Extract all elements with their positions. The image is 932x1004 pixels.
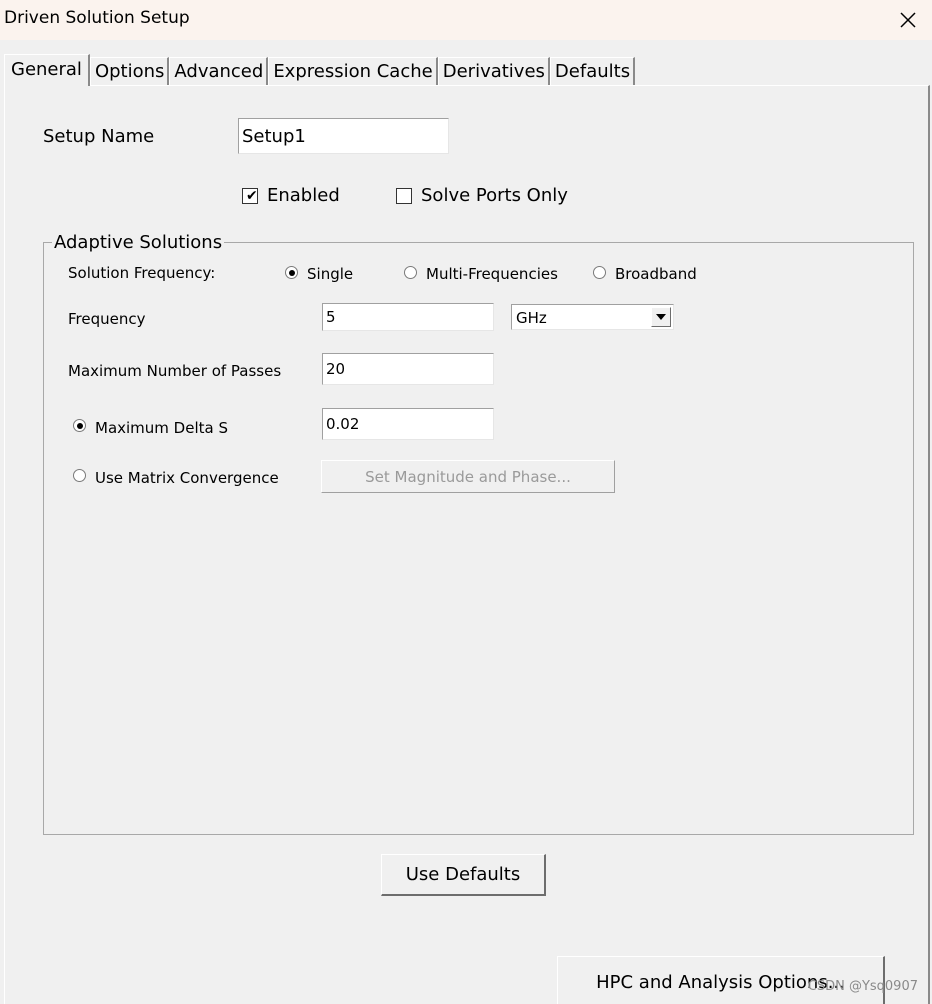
max-delta-s-label: Maximum Delta S	[95, 419, 228, 437]
radio-maximum-delta-s[interactable]	[73, 419, 86, 432]
tab-strip: General Options Advanced Expression Cach…	[4, 54, 636, 86]
radio-broadband-label: Broadband	[615, 265, 697, 283]
enabled-label: Enabled	[267, 185, 340, 206]
radio-single-label: Single	[307, 265, 354, 283]
enabled-checkbox[interactable]: ✔	[242, 188, 258, 204]
solve-ports-only-label: Solve Ports Only	[421, 185, 568, 206]
use-defaults-button[interactable]: Use Defaults	[381, 854, 546, 896]
adaptive-solutions-legend: Adaptive Solutions	[52, 232, 225, 253]
tab-defaults[interactable]: Defaults	[549, 57, 636, 86]
radio-multi-frequencies-label: Multi-Frequencies	[426, 265, 558, 283]
tab-general[interactable]: General	[4, 54, 90, 86]
max-delta-s-input[interactable]	[322, 408, 494, 440]
frequency-label: Frequency	[68, 310, 146, 328]
setup-name-label: Setup Name	[43, 126, 155, 147]
radio-single[interactable]	[285, 266, 298, 279]
frequency-unit-value: GHz	[516, 309, 547, 327]
solve-ports-only-checkbox[interactable]	[396, 188, 412, 204]
radio-broadband[interactable]	[593, 266, 606, 279]
chevron-down-icon	[656, 314, 666, 320]
close-icon	[900, 12, 916, 28]
radio-multi-frequencies[interactable]	[404, 266, 417, 279]
tab-advanced[interactable]: Advanced	[169, 57, 269, 86]
frequency-input[interactable]	[322, 303, 494, 331]
tab-derivatives[interactable]: Derivatives	[437, 57, 550, 86]
tab-expression-cache[interactable]: Expression Cache	[268, 57, 438, 86]
checkmark-icon: ✔	[246, 188, 258, 204]
max-passes-label: Maximum Number of Passes	[68, 362, 282, 380]
close-button[interactable]	[888, 0, 928, 40]
setup-name-input[interactable]	[238, 118, 449, 154]
max-passes-input[interactable]	[322, 353, 494, 385]
watermark: CSDN @Ysq0907	[807, 979, 918, 994]
title-bar: Driven Solution Setup	[0, 0, 932, 40]
use-matrix-convergence-label: Use Matrix Convergence	[95, 469, 279, 487]
driven-solution-setup-dialog: Driven Solution Setup General Options Ad…	[0, 0, 932, 1004]
window-title: Driven Solution Setup	[4, 8, 190, 28]
tab-options[interactable]: Options	[89, 57, 170, 86]
dropdown-arrow[interactable]	[651, 307, 671, 327]
set-magnitude-phase-button[interactable]: Set Magnitude and Phase...	[321, 460, 615, 493]
radio-use-matrix-convergence[interactable]	[73, 469, 86, 482]
frequency-unit-select[interactable]: GHz	[511, 304, 674, 330]
solution-frequency-label: Solution Frequency:	[68, 264, 216, 282]
